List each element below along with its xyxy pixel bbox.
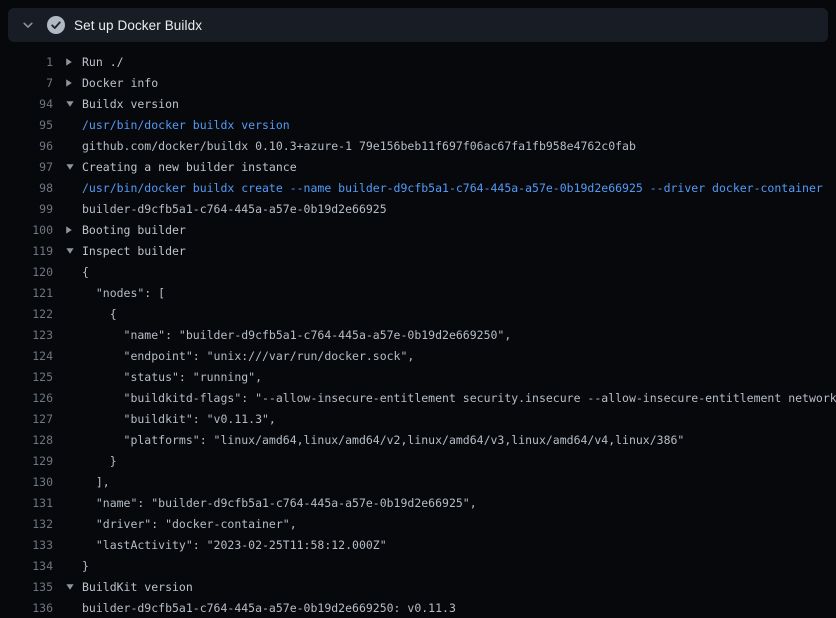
log-line: 123 "name": "builder-d9cfb5a1-c764-445a-…: [0, 324, 836, 345]
log-text: "status": "running",: [82, 370, 836, 384]
chevron-right-icon[interactable]: [62, 57, 78, 67]
log-text: "buildkitd-flags": "--allow-insecure-ent…: [82, 391, 836, 405]
line-number[interactable]: 126: [0, 391, 53, 405]
line-number[interactable]: 129: [0, 454, 53, 468]
line-number[interactable]: 98: [0, 181, 53, 195]
line-number[interactable]: 128: [0, 433, 53, 447]
line-number[interactable]: 94: [0, 97, 53, 111]
step-header[interactable]: Set up Docker Buildx: [8, 8, 828, 42]
chevron-right-icon[interactable]: [62, 225, 78, 235]
check-circle-icon: [47, 16, 65, 34]
log-group-line[interactable]: 7 Docker info: [0, 72, 836, 93]
line-number[interactable]: 99: [0, 202, 53, 216]
line-number[interactable]: 7: [0, 76, 53, 90]
line-number[interactable]: 119: [0, 244, 53, 258]
chevron-down-icon[interactable]: [62, 583, 78, 591]
line-number[interactable]: 133: [0, 538, 53, 552]
line-number[interactable]: 127: [0, 412, 53, 426]
log-text: "endpoint": "unix:///var/run/docker.sock…: [82, 349, 836, 363]
log-line: 99 builder-d9cfb5a1-c764-445a-a57e-0b19d2…: [0, 198, 836, 219]
step-title: Set up Docker Buildx: [74, 18, 202, 33]
log-text: Docker info: [82, 76, 836, 90]
log-viewer: 1 Run ./ 7 Docker info 94 Buildx version 95/us…: [0, 42, 836, 604]
log-text: "buildkit": "v0.11.3",: [82, 412, 836, 426]
log-text: "driver": "docker-container",: [82, 517, 836, 531]
line-number[interactable]: 95: [0, 118, 53, 132]
log-line: 134}: [0, 555, 836, 576]
log-line: 129 }: [0, 450, 836, 471]
log-text: Buildx version: [82, 97, 836, 111]
line-number[interactable]: 131: [0, 496, 53, 510]
line-number[interactable]: 121: [0, 286, 53, 300]
log-line: 136 builder-d9cfb5a1-c764-445a-a57e-0b19d…: [0, 597, 836, 618]
chevron-right-icon[interactable]: [62, 78, 78, 88]
log-line: 125 "status": "running",: [0, 366, 836, 387]
line-number[interactable]: 1: [0, 55, 53, 69]
log-text: "name": "builder-d9cfb5a1-c764-445a-a57e…: [82, 496, 836, 510]
log-group-line[interactable]: 119 Inspect builder: [0, 240, 836, 261]
log-line: 127 "buildkit": "v0.11.3",: [0, 408, 836, 429]
log-group-line[interactable]: 97 Creating a new builder instance: [0, 156, 836, 177]
line-number[interactable]: 124: [0, 349, 53, 363]
log-group-line[interactable]: 1 Run ./: [0, 51, 836, 72]
log-text: }: [82, 559, 836, 573]
log-text: Creating a new builder instance: [82, 160, 836, 174]
line-number[interactable]: 135: [0, 580, 53, 594]
log-lines: 1 Run ./ 7 Docker info 94 Buildx version 95/us…: [0, 51, 836, 618]
log-text: "platforms": "linux/amd64,linux/amd64/v2…: [82, 433, 836, 447]
log-line: 96 github.com/docker/buildx 0.10.3+azure-…: [0, 135, 836, 156]
log-line: 98/usr/bin/docker buildx create --name b…: [0, 177, 836, 198]
log-group-line[interactable]: 100 Booting builder: [0, 219, 836, 240]
log-text: Inspect builder: [82, 244, 836, 258]
log-text: Booting builder: [82, 223, 836, 237]
log-line: 122 {: [0, 303, 836, 324]
log-text: ],: [82, 475, 836, 489]
line-number[interactable]: 136: [0, 601, 53, 615]
log-text: /usr/bin/docker buildx create --name bui…: [82, 181, 836, 195]
log-text: builder-d9cfb5a1-c764-445a-a57e-0b19d2e6…: [82, 601, 836, 615]
chevron-down-icon[interactable]: [22, 19, 34, 31]
log-line: 95/usr/bin/docker buildx version: [0, 114, 836, 135]
line-number[interactable]: 120: [0, 265, 53, 279]
log-line: 132 "driver": "docker-container",: [0, 513, 836, 534]
log-line: 133 "lastActivity": "2023-02-25T11:58:12…: [0, 534, 836, 555]
line-number[interactable]: 100: [0, 223, 53, 237]
log-line: 124 "endpoint": "unix:///var/run/docker.…: [0, 345, 836, 366]
log-text: github.com/docker/buildx 0.10.3+azure-1 …: [82, 139, 836, 153]
line-number[interactable]: 130: [0, 475, 53, 489]
line-number[interactable]: 132: [0, 517, 53, 531]
log-text: /usr/bin/docker buildx version: [82, 118, 836, 132]
log-text: }: [82, 454, 836, 468]
log-text: {: [82, 265, 836, 279]
chevron-down-icon[interactable]: [62, 163, 78, 171]
log-group-line[interactable]: 94 Buildx version: [0, 93, 836, 114]
log-line: 128 "platforms": "linux/amd64,linux/amd6…: [0, 429, 836, 450]
log-group-line[interactable]: 135 BuildKit version: [0, 576, 836, 597]
line-number[interactable]: 122: [0, 307, 53, 321]
chevron-down-icon[interactable]: [62, 100, 78, 108]
line-number[interactable]: 97: [0, 160, 53, 174]
log-line: 121 "nodes": [: [0, 282, 836, 303]
log-text: builder-d9cfb5a1-c764-445a-a57e-0b19d2e6…: [82, 202, 836, 216]
log-text: Run ./: [82, 55, 836, 69]
log-text: "lastActivity": "2023-02-25T11:58:12.000…: [82, 538, 836, 552]
line-number[interactable]: 134: [0, 559, 53, 573]
chevron-down-icon[interactable]: [62, 247, 78, 255]
line-number[interactable]: 125: [0, 370, 53, 384]
log-line: 131 "name": "builder-d9cfb5a1-c764-445a-…: [0, 492, 836, 513]
log-text: {: [82, 307, 836, 321]
line-number[interactable]: 123: [0, 328, 53, 342]
line-number[interactable]: 96: [0, 139, 53, 153]
log-text: BuildKit version: [82, 580, 836, 594]
log-line: 126 "buildkitd-flags": "--allow-insecure…: [0, 387, 836, 408]
log-line: 120 {: [0, 261, 836, 282]
log-line: 130 ],: [0, 471, 836, 492]
log-text: "nodes": [: [82, 286, 836, 300]
log-text: "name": "builder-d9cfb5a1-c764-445a-a57e…: [82, 328, 836, 342]
